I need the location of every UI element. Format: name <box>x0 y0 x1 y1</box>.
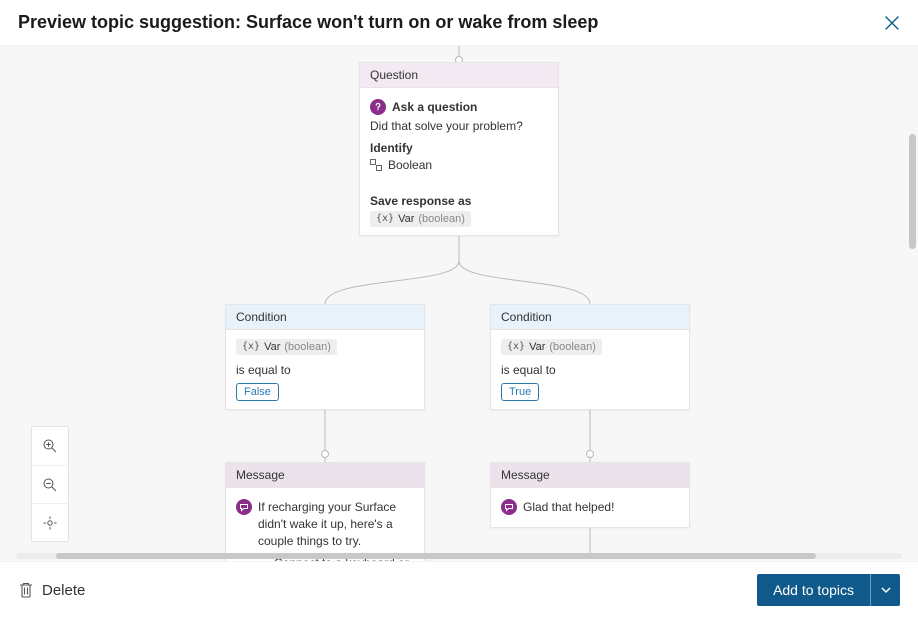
zoom-toolbar <box>31 426 69 542</box>
condition-op: is equal to <box>501 363 679 377</box>
flow-canvas[interactable]: Question Ask a question Did that solve y… <box>0 45 918 562</box>
question-icon <box>370 99 386 115</box>
var-prefix: {x} <box>376 213 394 224</box>
zoom-out-icon[interactable] <box>32 465 68 503</box>
horizontal-scrollbar[interactable] <box>56 553 816 559</box>
message-text: Glad that helped! <box>523 499 614 516</box>
identify-type: Boolean <box>388 158 432 172</box>
var-type: (boolean) <box>284 341 330 353</box>
message-text: If recharging your Surface didn't wake i… <box>258 499 414 549</box>
zoom-in-icon[interactable] <box>32 427 68 465</box>
node-header: Condition <box>491 305 689 330</box>
var-type: (boolean) <box>549 341 595 353</box>
vertical-scrollbar[interactable] <box>909 134 916 249</box>
variable-chip[interactable]: {x} Var (boolean) <box>501 339 602 355</box>
trash-icon <box>18 581 34 599</box>
chevron-down-icon <box>880 584 892 596</box>
condition-op: is equal to <box>236 363 414 377</box>
var-name: Var <box>264 341 280 353</box>
message-icon <box>236 499 252 515</box>
var-type: (boolean) <box>418 213 464 225</box>
dialog-header: Preview topic suggestion: Surface won't … <box>0 0 918 45</box>
var-prefix: {x} <box>242 341 260 352</box>
boolean-icon <box>370 159 382 171</box>
node-header: Question <box>360 63 558 88</box>
dialog-title: Preview topic suggestion: Surface won't … <box>18 12 598 33</box>
condition-value[interactable]: True <box>501 383 539 401</box>
add-to-topics-button[interactable]: Add to topics <box>757 574 870 606</box>
save-response-label: Save response as <box>370 194 548 208</box>
node-header: Condition <box>226 305 424 330</box>
delete-label: Delete <box>42 582 85 599</box>
zoom-fit-icon[interactable] <box>32 503 68 541</box>
add-to-topics-dropdown[interactable] <box>870 574 900 606</box>
add-to-topics-split-button: Add to topics <box>757 574 900 606</box>
variable-chip[interactable]: {x} Var (boolean) <box>236 339 337 355</box>
message-icon <box>501 499 517 515</box>
condition-node-true[interactable]: Condition {x} Var (boolean) is equal to … <box>490 304 690 410</box>
condition-value[interactable]: False <box>236 383 279 401</box>
var-prefix: {x} <box>507 341 525 352</box>
condition-node-false[interactable]: Condition {x} Var (boolean) is equal to … <box>225 304 425 410</box>
delete-button[interactable]: Delete <box>18 581 85 599</box>
ask-question-label: Ask a question <box>392 100 477 114</box>
message-node-false[interactable]: Message If recharging your Surface didn'… <box>225 462 425 562</box>
dialog-footer: Delete Add to topics <box>0 562 918 618</box>
question-prompt: Did that solve your problem? <box>370 119 548 133</box>
var-name: Var <box>529 341 545 353</box>
identify-label: Identify <box>370 141 548 155</box>
node-header: Message <box>226 463 424 488</box>
question-node[interactable]: Question Ask a question Did that solve y… <box>359 62 559 236</box>
node-header: Message <box>491 463 689 488</box>
close-icon[interactable] <box>884 15 900 31</box>
message-node-true[interactable]: Message Glad that helped! <box>490 462 690 528</box>
variable-chip[interactable]: {x} Var (boolean) <box>370 211 471 227</box>
var-name: Var <box>398 213 414 225</box>
